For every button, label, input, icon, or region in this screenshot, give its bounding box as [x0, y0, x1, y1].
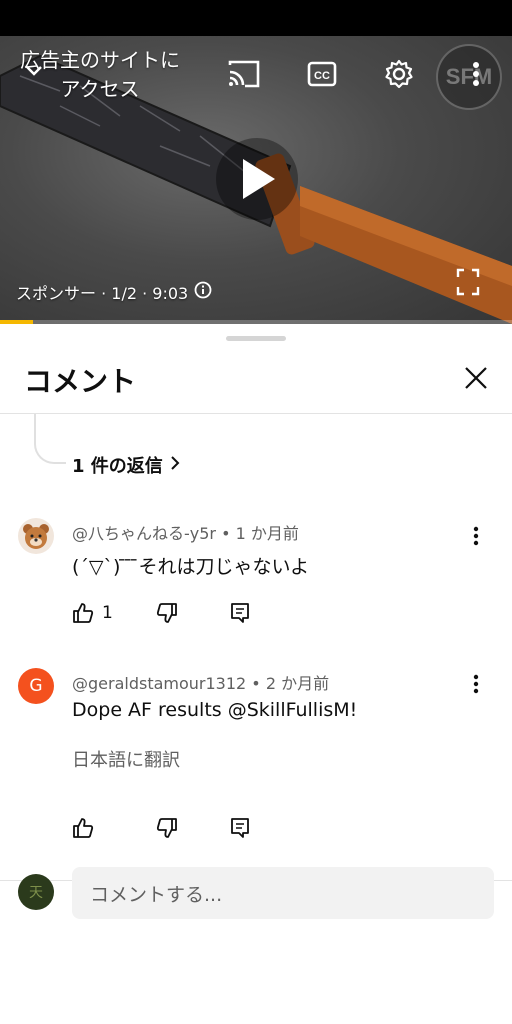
reply-icon: [231, 818, 249, 838]
settings-icon[interactable]: [380, 56, 418, 92]
thumbs-up-icon: [73, 818, 94, 838]
captions-icon[interactable]: CC: [304, 58, 340, 90]
bear-avatar-icon: [23, 524, 49, 549]
avatar[interactable]: G: [18, 668, 54, 704]
more-vert-icon[interactable]: [464, 670, 488, 698]
thumbs-down-icon: [156, 818, 177, 838]
user-avatar-letter: 天: [29, 885, 43, 901]
comment-input-placeholder: コメントする...: [90, 883, 223, 906]
fullscreen-icon[interactable]: [454, 268, 482, 296]
thumbs-up-icon: [73, 603, 94, 623]
dislike-button[interactable]: [156, 817, 178, 839]
translate-link[interactable]: 日本語に翻訳: [72, 746, 180, 772]
view-replies-link[interactable]: 1 件の返信: [72, 452, 181, 478]
video-player[interactable]: 広告主のサイトにアクセス CC SFM スポンサー · 1/2 · 9:03: [0, 36, 512, 324]
thread-line: [34, 414, 66, 464]
sponsor-label: スポンサー · 1/2 · 9:03: [16, 280, 212, 304]
chevron-right-icon: [169, 455, 181, 476]
more-vert-icon[interactable]: [464, 60, 488, 88]
like-count: 1: [102, 603, 113, 623]
play-icon[interactable]: [216, 138, 298, 220]
header-divider: [0, 413, 512, 414]
drag-handle[interactable]: [226, 336, 286, 341]
comment-meta[interactable]: @geraldstamour1312 • 2 か月前: [72, 670, 329, 694]
reply-icon: [231, 603, 249, 623]
panel-title: コメント: [24, 365, 137, 398]
thumbs-down-icon: [156, 603, 177, 623]
more-vert-icon[interactable]: [464, 522, 488, 550]
reply-button[interactable]: [230, 602, 250, 624]
chevron-down-icon[interactable]: [20, 56, 48, 84]
status-bar: [0, 0, 512, 36]
reply-button[interactable]: [230, 817, 250, 839]
comment-text: (´▽`) ̄ ̄ ̄それは刀じゃないよ: [72, 556, 310, 578]
dislike-button[interactable]: [156, 602, 178, 624]
sponsor-text: スポンサー · 1/2 · 9:03: [16, 284, 189, 303]
svg-text:CC: CC: [314, 70, 330, 82]
comment-text: Dope AF results @SkillFullisM!: [72, 699, 358, 721]
avatar-letter: G: [29, 676, 43, 696]
comment-input[interactable]: コメントする...: [72, 867, 494, 919]
like-button[interactable]: 1: [72, 602, 113, 624]
like-button[interactable]: [72, 817, 102, 839]
user-avatar[interactable]: 天: [18, 874, 54, 910]
view-replies-label: 1 件の返信: [72, 456, 163, 477]
info-icon[interactable]: [194, 281, 212, 303]
comment-meta[interactable]: @八ちゃんねる-y5r • 1 か月前: [72, 520, 299, 544]
comments-panel: コメント 1 件の返信 @八ちゃんねる-y5r • 1 か月前 (´▽`) ̄ …: [0, 324, 512, 1024]
close-icon[interactable]: [460, 362, 492, 394]
cast-icon[interactable]: [226, 58, 262, 90]
avatar[interactable]: [18, 518, 54, 554]
